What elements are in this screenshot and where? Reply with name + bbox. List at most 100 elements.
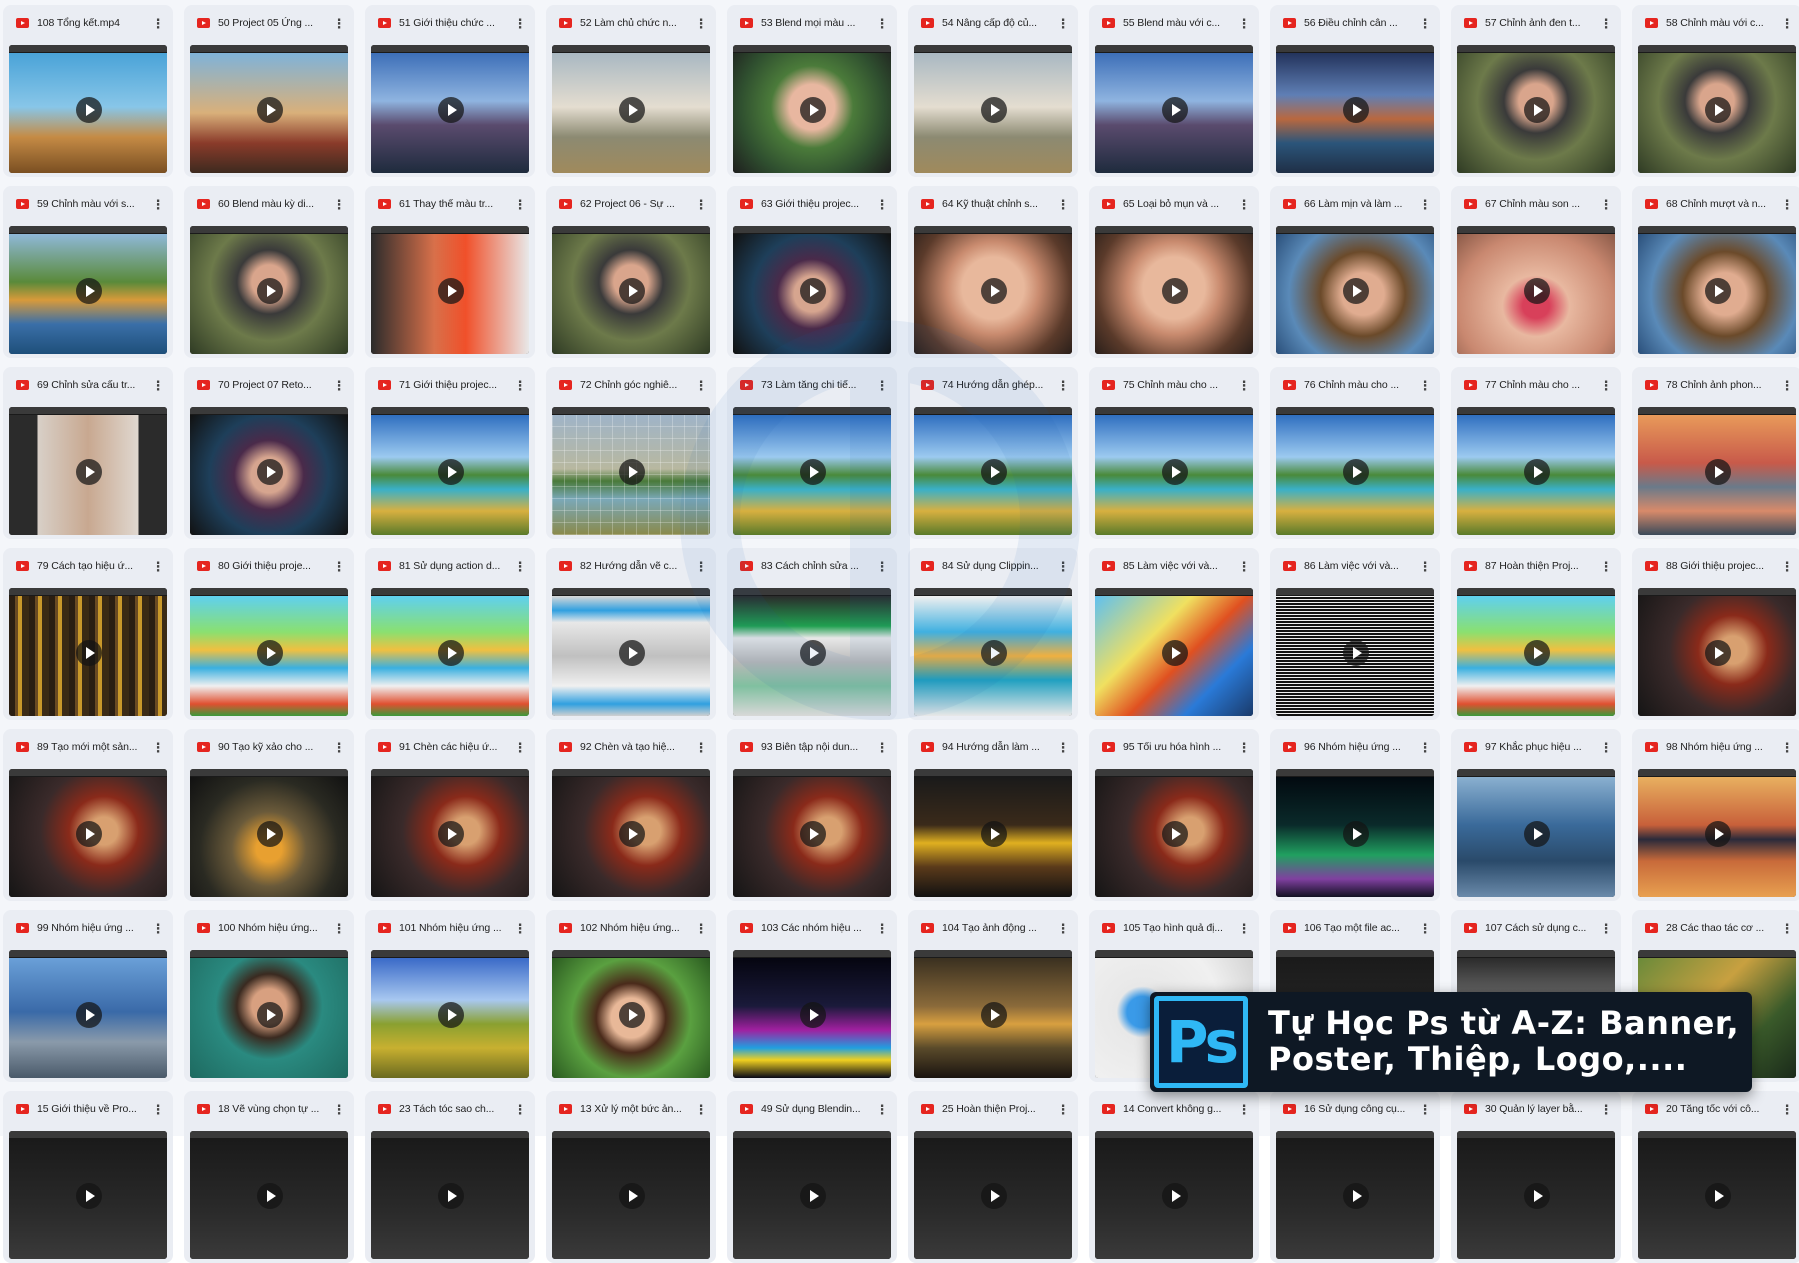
play-icon[interactable] — [1343, 97, 1369, 123]
play-icon[interactable] — [981, 1002, 1007, 1028]
play-icon[interactable] — [981, 821, 1007, 847]
more-options-icon[interactable]: ⋮ — [332, 922, 346, 935]
play-icon[interactable] — [76, 821, 102, 847]
more-options-icon[interactable]: ⋮ — [1599, 922, 1613, 935]
more-options-icon[interactable]: ⋮ — [694, 17, 708, 30]
more-options-icon[interactable]: ⋮ — [1418, 741, 1432, 754]
play-icon[interactable] — [257, 1183, 283, 1209]
video-file-card[interactable]: 102 Nhóm hiệu ứng... ⋮ — [546, 910, 716, 1082]
play-icon[interactable] — [1524, 640, 1550, 666]
play-icon[interactable] — [800, 278, 826, 304]
video-thumbnail[interactable] — [9, 769, 167, 897]
video-file-card[interactable]: 67 Chỉnh màu son ... ⋮ — [1451, 186, 1621, 358]
video-file-card[interactable]: 85 Làm việc với và... ⋮ — [1089, 548, 1259, 720]
video-thumbnail[interactable] — [1095, 45, 1253, 173]
video-file-card[interactable]: 20 Tăng tốc với cô... ⋮ — [1632, 1091, 1799, 1263]
more-options-icon[interactable]: ⋮ — [513, 741, 527, 754]
play-icon[interactable] — [800, 459, 826, 485]
more-options-icon[interactable]: ⋮ — [875, 17, 889, 30]
more-options-icon[interactable]: ⋮ — [151, 379, 165, 392]
play-icon[interactable] — [1162, 278, 1188, 304]
play-icon[interactable] — [800, 97, 826, 123]
play-icon[interactable] — [1162, 821, 1188, 847]
play-icon[interactable] — [619, 1002, 645, 1028]
video-thumbnail[interactable] — [371, 407, 529, 535]
video-file-card[interactable]: 96 Nhóm hiệu ứng ... ⋮ — [1270, 729, 1440, 901]
play-icon[interactable] — [438, 459, 464, 485]
more-options-icon[interactable]: ⋮ — [1418, 922, 1432, 935]
video-thumbnail[interactable] — [1276, 226, 1434, 354]
video-thumbnail[interactable] — [914, 226, 1072, 354]
play-icon[interactable] — [1343, 1183, 1369, 1209]
video-thumbnail[interactable] — [914, 588, 1072, 716]
more-options-icon[interactable]: ⋮ — [1418, 1103, 1432, 1116]
video-file-card[interactable]: 54 Nâng cấp độ củ... ⋮ — [908, 5, 1078, 177]
video-thumbnail[interactable] — [1457, 407, 1615, 535]
play-icon[interactable] — [981, 640, 1007, 666]
more-options-icon[interactable]: ⋮ — [513, 922, 527, 935]
video-thumbnail[interactable] — [1457, 45, 1615, 173]
video-file-card[interactable]: 63 Giới thiệu projec... ⋮ — [727, 186, 897, 358]
play-icon[interactable] — [1705, 97, 1731, 123]
video-thumbnail[interactable] — [1638, 226, 1796, 354]
play-icon[interactable] — [438, 640, 464, 666]
more-options-icon[interactable]: ⋮ — [1599, 1103, 1613, 1116]
video-file-card[interactable]: 78 Chỉnh ảnh phon... ⋮ — [1632, 367, 1799, 539]
video-thumbnail[interactable] — [371, 588, 529, 716]
video-thumbnail[interactable] — [371, 950, 529, 1078]
more-options-icon[interactable]: ⋮ — [1780, 379, 1794, 392]
play-icon[interactable] — [1343, 821, 1369, 847]
play-icon[interactable] — [1524, 278, 1550, 304]
video-thumbnail[interactable] — [371, 226, 529, 354]
more-options-icon[interactable]: ⋮ — [875, 741, 889, 754]
video-thumbnail[interactable] — [1276, 588, 1434, 716]
more-options-icon[interactable]: ⋮ — [1599, 17, 1613, 30]
video-file-card[interactable]: 86 Làm việc với và... ⋮ — [1270, 548, 1440, 720]
video-thumbnail[interactable] — [733, 226, 891, 354]
more-options-icon[interactable]: ⋮ — [1056, 1103, 1070, 1116]
video-file-card[interactable]: 84 Sử dụng Clippin... ⋮ — [908, 548, 1078, 720]
video-thumbnail[interactable] — [733, 1131, 891, 1259]
play-icon[interactable] — [800, 640, 826, 666]
video-file-card[interactable]: 91 Chèn các hiệu ứ... ⋮ — [365, 729, 535, 901]
video-thumbnail[interactable] — [190, 226, 348, 354]
more-options-icon[interactable]: ⋮ — [1599, 560, 1613, 573]
video-thumbnail[interactable] — [1276, 45, 1434, 173]
more-options-icon[interactable]: ⋮ — [875, 560, 889, 573]
video-thumbnail[interactable] — [1638, 45, 1796, 173]
more-options-icon[interactable]: ⋮ — [1237, 198, 1251, 211]
more-options-icon[interactable]: ⋮ — [1056, 198, 1070, 211]
more-options-icon[interactable]: ⋮ — [1056, 17, 1070, 30]
play-icon[interactable] — [76, 459, 102, 485]
more-options-icon[interactable]: ⋮ — [1599, 198, 1613, 211]
video-file-card[interactable]: 90 Tạo kỹ xảo cho ... ⋮ — [184, 729, 354, 901]
video-thumbnail[interactable] — [914, 45, 1072, 173]
play-icon[interactable] — [619, 97, 645, 123]
video-file-card[interactable]: 88 Giới thiệu projec... ⋮ — [1632, 548, 1799, 720]
video-thumbnail[interactable] — [1638, 407, 1796, 535]
video-file-card[interactable]: 70 Project 07 Reto... ⋮ — [184, 367, 354, 539]
play-icon[interactable] — [619, 278, 645, 304]
more-options-icon[interactable]: ⋮ — [513, 560, 527, 573]
video-thumbnail[interactable] — [1095, 1131, 1253, 1259]
video-thumbnail[interactable] — [1276, 407, 1434, 535]
play-icon[interactable] — [1524, 1183, 1550, 1209]
more-options-icon[interactable]: ⋮ — [1056, 560, 1070, 573]
play-icon[interactable] — [1524, 821, 1550, 847]
more-options-icon[interactable]: ⋮ — [875, 198, 889, 211]
video-thumbnail[interactable] — [190, 769, 348, 897]
play-icon[interactable] — [619, 821, 645, 847]
video-file-card[interactable]: 100 Nhóm hiệu ứng... ⋮ — [184, 910, 354, 1082]
play-icon[interactable] — [619, 1183, 645, 1209]
video-thumbnail[interactable] — [1638, 588, 1796, 716]
play-icon[interactable] — [438, 278, 464, 304]
more-options-icon[interactable]: ⋮ — [513, 17, 527, 30]
video-thumbnail[interactable] — [190, 407, 348, 535]
video-file-card[interactable]: 99 Nhóm hiệu ứng ... ⋮ — [3, 910, 173, 1082]
more-options-icon[interactable]: ⋮ — [694, 922, 708, 935]
more-options-icon[interactable]: ⋮ — [694, 379, 708, 392]
more-options-icon[interactable]: ⋮ — [1780, 922, 1794, 935]
video-file-card[interactable]: 72 Chỉnh góc nghiê... ⋮ — [546, 367, 716, 539]
video-file-card[interactable]: 89 Tạo mới một sản... ⋮ — [3, 729, 173, 901]
video-file-card[interactable]: 56 Điều chỉnh cân ... ⋮ — [1270, 5, 1440, 177]
